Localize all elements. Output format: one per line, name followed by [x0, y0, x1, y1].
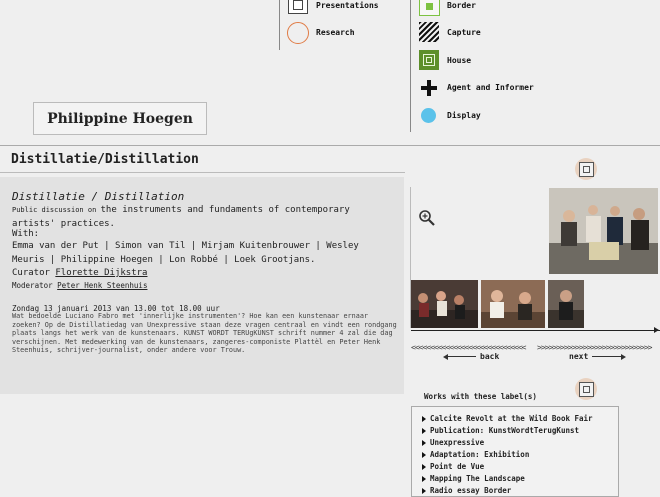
works-item[interactable]: Unexpressive [422, 438, 484, 447]
intro-text: Public discussion on the instruments and… [12, 203, 392, 231]
back-arrow-row[interactable]: <<<<<<<<<<<<<<<<<<<<<<<<<<<<<< [411, 343, 531, 352]
legend-research[interactable]: Research [316, 28, 355, 37]
house-icon[interactable] [419, 50, 439, 70]
works-item[interactable]: Adaptation: Exhibition [422, 450, 529, 459]
thumbnail-1[interactable] [411, 280, 478, 328]
curator-label: Curator [12, 268, 56, 278]
triangle-right-icon [422, 452, 426, 458]
moderator-label: Moderator [12, 281, 58, 290]
back-arrowhead-icon[interactable] [443, 354, 448, 360]
works-label-icon[interactable] [575, 378, 597, 400]
moderator-link[interactable]: Peter Henk Steenhuis [57, 281, 147, 290]
next-arrow-icon[interactable] [592, 356, 622, 357]
legend-house[interactable]: House [447, 56, 471, 65]
research-icon[interactable] [287, 22, 309, 44]
header-separator [0, 145, 660, 146]
gallery-line [411, 330, 660, 331]
next-arrowhead-icon[interactable] [621, 354, 626, 360]
title-separator [0, 172, 405, 173]
participants: Emma van der Put | Simon van Til | Mirja… [12, 241, 359, 265]
artist-name-box[interactable]: Philippine Hoegen [33, 102, 207, 135]
main-photo[interactable] [549, 188, 658, 274]
description: Wat bedoelde Luciano Fabro met 'innerlij… [12, 312, 397, 355]
sub-title: Distillatie / Distillation [12, 190, 185, 203]
works-item[interactable]: Radio essay Border [422, 486, 511, 495]
curator-link[interactable]: Florette Dijkstra [55, 268, 147, 278]
legend-display[interactable]: Display [447, 111, 481, 120]
works-item[interactable]: Point de Vue [422, 462, 484, 471]
intro-prefix: Public discussion on [12, 206, 101, 214]
works-item[interactable]: Calcite Revolt at the Wild Book Fair [422, 414, 593, 423]
triangle-right-icon [422, 416, 426, 422]
legend-border[interactable]: Border [447, 1, 476, 10]
works-list: Calcite Revolt at the Wild Book Fair Pub… [411, 406, 619, 497]
thumbnail-2[interactable] [481, 280, 545, 328]
legend-divider-2 [410, 0, 411, 132]
page-title: Distillatie/Distillation [11, 152, 199, 167]
legend-capture[interactable]: Capture [447, 28, 481, 37]
plus-icon[interactable] [421, 80, 437, 96]
triangle-right-icon [422, 488, 426, 494]
triangle-right-icon [422, 440, 426, 446]
border-icon[interactable] [419, 0, 440, 16]
triangle-right-icon [422, 428, 426, 434]
moderator-line: Moderator Peter Henk Steenhuis [12, 279, 392, 292]
back-arrow-icon[interactable] [446, 356, 476, 357]
next-link[interactable]: next [569, 352, 588, 361]
triangle-right-icon [422, 464, 426, 470]
triangle-right-icon [422, 476, 426, 482]
legend-agent[interactable]: Agent and Informer [447, 83, 534, 92]
presentations-icon[interactable] [288, 0, 308, 14]
works-heading: Works with these label(s) [424, 392, 537, 401]
works-item[interactable]: Mapping The Landscape [422, 474, 525, 483]
artist-name: Philippine Hoegen [47, 110, 193, 127]
legend-presentations[interactable]: Presentations [316, 1, 379, 10]
display-icon[interactable] [421, 108, 436, 123]
capture-icon[interactable] [419, 22, 439, 42]
presentations-label-icon[interactable] [575, 158, 597, 180]
thumbnail-3[interactable] [548, 280, 584, 328]
legend-divider [279, 0, 280, 50]
back-link[interactable]: back [480, 352, 499, 361]
zoom-in-icon[interactable] [418, 209, 436, 227]
works-item[interactable]: Publication: KunstWordtTerugKunst [422, 426, 579, 435]
gallery-arrow-icon [654, 327, 659, 333]
next-arrow-row[interactable]: >>>>>>>>>>>>>>>>>>>>>>>>>>>>>> [537, 343, 660, 352]
